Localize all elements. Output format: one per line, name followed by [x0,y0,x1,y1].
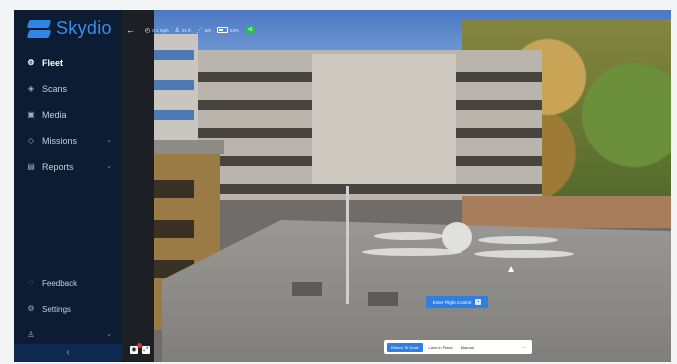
landing-pad [478,236,558,244]
skydio-logo-icon [28,20,50,38]
signal-icon: ⋰ [196,27,203,34]
land-in-place-button[interactable]: Land in Place [427,343,455,352]
report-icon: ▤ [27,162,35,171]
manual-mode-button[interactable]: Manual [459,343,476,352]
expand-icon[interactable]: ⤢ [142,346,150,354]
scan-icon: ◈ [27,84,35,93]
sidebar-item-label: Missions [42,136,78,146]
left-panel [122,10,154,362]
speed-readout: ◴ 0.1 mph [145,27,169,34]
sidebar-item-reports[interactable]: ▤ Reports ⌄ [14,154,122,180]
controller-icon: ▪ [475,299,482,305]
battery-readout: 53% [216,27,239,33]
sidebar-item-feedback[interactable]: ◌ Feedback [14,270,122,296]
garage-center-section [312,54,456,184]
collapse-sidebar-button[interactable]: ‹ [14,344,122,362]
app-window: Skydio ⚙ Fleet ◈ Scans ▣ Media ◇ Mission… [14,10,671,362]
image-icon: ▣ [27,110,35,119]
chevron-down-icon[interactable]: ⌄ [522,344,526,350]
back-arrow-icon[interactable]: ← [126,25,135,35]
sidebar: Skydio ⚙ Fleet ◈ Scans ▣ Media ◇ Mission… [14,10,122,362]
signal-readout: ⋰ 5/6 [196,27,211,34]
mouse-cursor [508,266,514,272]
parapet-wall [462,196,671,228]
chevron-left-icon: ‹ [66,347,70,358]
light-pole [346,186,349,304]
landing-pad [374,232,444,240]
sidebar-item-label: Reports [42,162,74,172]
sidebar-item-label: Feedback [42,278,78,288]
sidebar-item-settings[interactable]: ⚙ Settings [14,296,122,322]
skydio-logo[interactable]: Skydio [28,18,112,39]
return-to-dock-button[interactable]: Return To Dock [387,342,423,352]
chevron-down-icon: ⌄ [106,163,112,170]
status-badge: •5 [244,26,256,34]
main-nav: ⚙ Fleet ◈ Scans ▣ Media ◇ Missions ⌄ ▤ R… [14,50,122,180]
flight-action-bar: Return To Dock Land in Place Manual ⌄ [384,340,532,354]
drone-icon: ⚙ [27,58,35,67]
drone-video-feed[interactable]: ← ◴ 0.1 mph ♙ 21 ft ⋰ 5/6 53% •5 Enter F… [122,10,671,362]
sidebar-item-label: Settings [42,304,71,314]
landing-pad [362,248,462,256]
battery-icon [216,27,228,33]
mission-icon: ◇ [27,136,35,145]
sidebar-item-label: Fleet [42,58,64,68]
drone-center-reticle [442,222,472,252]
sidebar-item-scans[interactable]: ◈ Scans [14,76,122,102]
altitude-readout: ♙ 21 ft [174,27,191,34]
sidebar-item-media[interactable]: ▣ Media [14,102,122,128]
altitude-icon: ♙ [174,27,180,34]
speed-icon: ◴ [145,27,151,34]
user-icon: ♙ [27,330,35,339]
bottom-nav: ◌ Feedback ⚙ Settings ♙ ⌄ [14,270,122,348]
chevron-down-icon: ⌄ [106,137,112,144]
gear-icon: ⚙ [27,304,35,313]
chat-icon: ◌ [28,278,34,287]
sidebar-item-label: Scans [42,84,68,94]
landing-pad [474,250,574,258]
sidebar-item-missions[interactable]: ◇ Missions ⌄ [14,128,122,154]
brand-name: Skydio [56,18,112,38]
concrete-block [292,282,322,296]
concrete-block [368,292,398,306]
chevron-down-icon: ⌄ [106,331,112,338]
sidebar-item-label: Media [42,110,67,120]
enter-flight-control-button[interactable]: Enter Flight Control ▪ [426,296,488,308]
telemetry-bar: ← ◴ 0.1 mph ♙ 21 ft ⋰ 5/6 53% •5 [126,24,256,36]
sidebar-item-fleet[interactable]: ⚙ Fleet [14,50,122,76]
